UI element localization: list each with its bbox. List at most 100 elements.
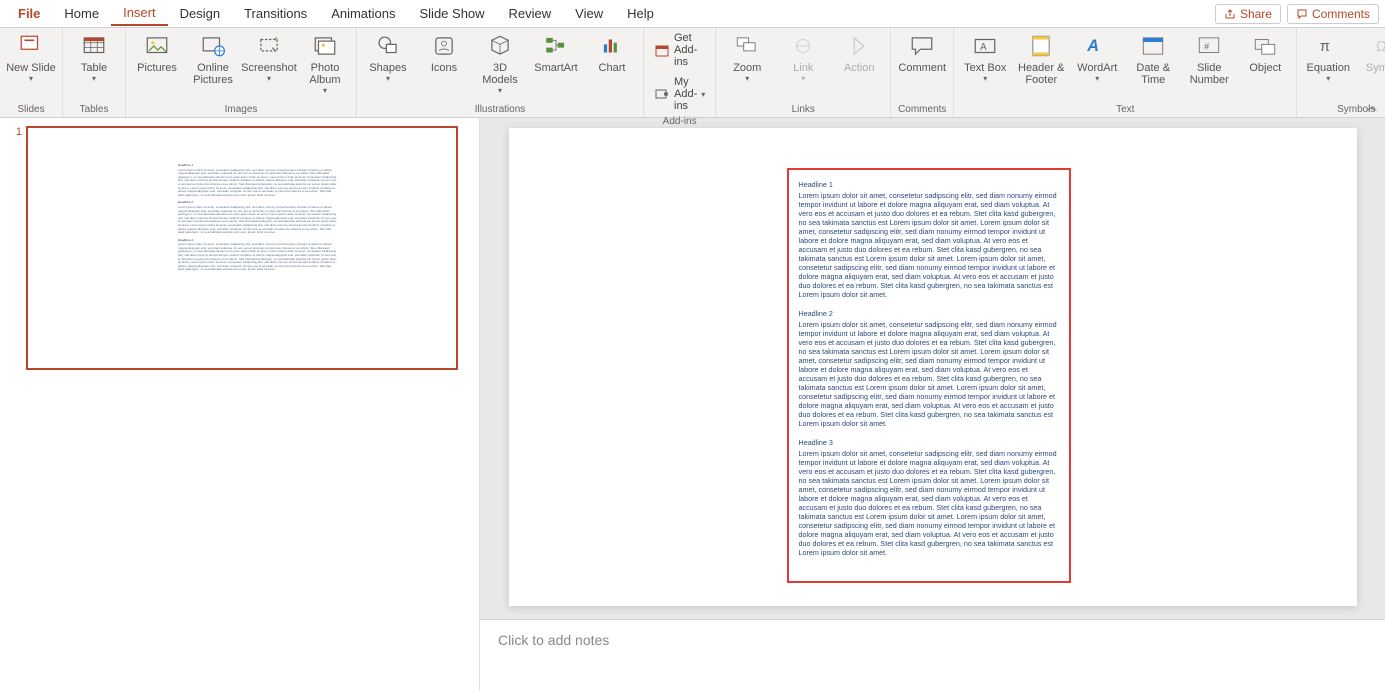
online-pictures-button[interactable]: Online Pictures: [188, 30, 238, 98]
slide-number-button[interactable]: # Slide Number: [1184, 30, 1234, 98]
group-label-text: Text: [1116, 102, 1134, 117]
smartart-icon: [542, 32, 570, 60]
caret-icon: ▾: [498, 87, 502, 96]
link-button: Link ▾: [778, 30, 828, 98]
header-icon: [1027, 32, 1055, 60]
share-label: Share: [1240, 7, 1272, 21]
collapse-ribbon-button[interactable]: ︿: [1367, 98, 1377, 113]
group-label-links: Links: [792, 102, 815, 117]
slide-thumbnail-panel[interactable]: 1 Headline 1 Lorem ipsum dolor sit amet,…: [0, 118, 480, 691]
comment-button[interactable]: Comment: [897, 30, 947, 98]
online-pictures-icon: [199, 32, 227, 60]
chart-icon: [598, 32, 626, 60]
get-addins-button[interactable]: Get Add-ins: [650, 30, 709, 70]
chevron-up-icon: ︿: [1367, 102, 1377, 113]
caret-icon: ▾: [323, 87, 327, 96]
group-images: Pictures Online Pictures + Screenshot ▾ …: [126, 28, 357, 117]
symbol-icon: Ω: [1370, 32, 1385, 60]
slide-canvas[interactable]: Headline 1 Lorem ipsum dolor sit amet, c…: [509, 128, 1357, 606]
shapes-button[interactable]: Shapes ▾: [363, 30, 413, 98]
zoom-button[interactable]: Zoom ▾: [722, 30, 772, 98]
tab-insert[interactable]: Insert: [111, 1, 168, 26]
svg-text:Ω: Ω: [1376, 39, 1385, 55]
smartart-button[interactable]: SmartArt: [531, 30, 581, 98]
3d-models-button[interactable]: 3D Models ▾: [475, 30, 525, 98]
svg-text:A: A: [1087, 37, 1100, 55]
equation-button[interactable]: π Equation ▾: [1303, 30, 1353, 98]
workspace: 1 Headline 1 Lorem ipsum dolor sit amet,…: [0, 118, 1385, 691]
group-label-images: Images: [225, 102, 258, 117]
link-icon: [789, 32, 817, 60]
tab-review[interactable]: Review: [497, 2, 564, 25]
group-slides: New Slide ▾ Slides: [0, 28, 63, 117]
cube-icon: [486, 32, 514, 60]
date-icon: [1139, 32, 1167, 60]
tab-animations[interactable]: Animations: [319, 2, 407, 25]
pictures-button[interactable]: Pictures: [132, 30, 182, 98]
caret-icon: ▾: [801, 75, 805, 84]
share-button[interactable]: Share: [1215, 4, 1281, 24]
icons-button[interactable]: Icons: [419, 30, 469, 98]
table-button[interactable]: Table ▾: [69, 30, 119, 98]
group-comments: Comment Comments: [891, 28, 954, 117]
svg-text:#: #: [1204, 41, 1209, 51]
symbol-button: Ω Symbol: [1359, 30, 1385, 98]
ribbon: New Slide ▾ Slides Table ▾ Tables Pictur…: [0, 28, 1385, 118]
tab-transitions[interactable]: Transitions: [232, 2, 319, 25]
svg-text:π: π: [1320, 39, 1330, 55]
new-slide-button[interactable]: New Slide ▾: [6, 30, 56, 98]
tab-home[interactable]: Home: [52, 2, 111, 25]
headline-3: Headline 3: [799, 438, 1059, 447]
object-button[interactable]: Object: [1240, 30, 1290, 98]
group-label-slides: Slides: [17, 102, 44, 117]
text-box-button[interactable]: A Text Box ▾: [960, 30, 1010, 98]
table-icon: [80, 32, 108, 60]
date-time-button[interactable]: Date & Time: [1128, 30, 1178, 98]
notes-pane[interactable]: Click to add notes: [480, 619, 1385, 691]
object-label: Object: [1249, 62, 1281, 74]
tab-slideshow[interactable]: Slide Show: [408, 2, 497, 25]
tab-file[interactable]: File: [6, 2, 52, 25]
caret-icon: ▾: [1095, 75, 1099, 84]
caret-icon: ▾: [1326, 75, 1330, 84]
svg-text:+: +: [274, 34, 278, 43]
tab-design[interactable]: Design: [168, 2, 232, 25]
group-illustrations: Shapes ▾ Icons 3D Models ▾ SmartArt Char…: [357, 28, 644, 117]
online-pictures-label: Online Pictures: [188, 62, 238, 86]
date-label: Date & Time: [1128, 62, 1178, 86]
icons-icon: [430, 32, 458, 60]
wordart-label: WordArt: [1077, 62, 1117, 74]
slide-thumbnail[interactable]: Headline 1 Lorem ipsum dolor sit amet, c…: [26, 126, 458, 370]
text-box-content[interactable]: Headline 1 Lorem ipsum dolor sit amet, c…: [787, 168, 1071, 583]
shapes-icon: [374, 32, 402, 60]
group-text: A Text Box ▾ Header & Footer A WordArt ▾…: [954, 28, 1297, 117]
table-label: Table: [81, 62, 107, 74]
get-addins-label: Get Add-ins: [674, 32, 705, 68]
photo-album-label: Photo Album: [300, 62, 350, 86]
chart-label: Chart: [599, 62, 626, 74]
group-label-illustrations: Illustrations: [475, 102, 526, 117]
photo-album-icon: [311, 32, 339, 60]
screenshot-button[interactable]: + Screenshot ▾: [244, 30, 294, 98]
comment-bubble-icon: [908, 32, 936, 60]
header-footer-button[interactable]: Header & Footer: [1016, 30, 1066, 98]
photo-album-button[interactable]: Photo Album ▾: [300, 30, 350, 98]
action-button: Action: [834, 30, 884, 98]
wordart-button[interactable]: A WordArt ▾: [1072, 30, 1122, 98]
chart-button[interactable]: Chart: [587, 30, 637, 98]
comments-button[interactable]: Comments: [1287, 4, 1379, 24]
header-label: Header & Footer: [1016, 62, 1066, 86]
tab-view[interactable]: View: [563, 2, 615, 25]
link-label: Link: [793, 62, 813, 74]
canvas-wrap[interactable]: Headline 1 Lorem ipsum dolor sit amet, c…: [480, 118, 1385, 619]
comment-label: Comment: [898, 62, 946, 74]
caret-icon: ▾: [267, 75, 271, 84]
new-slide-icon: [17, 32, 45, 60]
thumb-preview: Headline 1 Lorem ipsum dolor sit amet, c…: [178, 160, 338, 272]
tab-help[interactable]: Help: [615, 2, 666, 25]
zoom-label: Zoom: [733, 62, 761, 74]
my-addins-button[interactable]: My Add-ins ▾: [650, 74, 709, 114]
icons-label: Icons: [431, 62, 457, 74]
store-icon: [654, 42, 670, 58]
equation-icon: π: [1314, 32, 1342, 60]
